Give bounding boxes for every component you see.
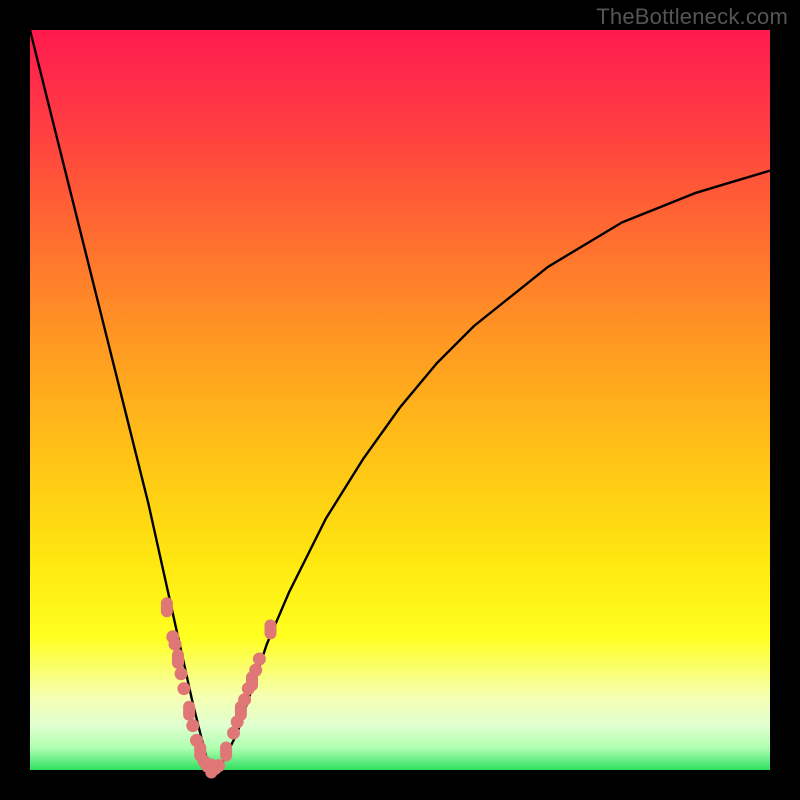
curve-marker bbox=[161, 597, 173, 617]
curve-marker bbox=[177, 682, 190, 695]
curve-marker bbox=[212, 759, 225, 772]
curve-layer bbox=[30, 30, 770, 770]
curve-marker bbox=[238, 693, 251, 706]
curve-marker bbox=[253, 653, 266, 666]
chart-frame: TheBottleneck.com bbox=[0, 0, 800, 800]
curve-marker bbox=[172, 649, 184, 669]
curve-marker bbox=[220, 742, 232, 762]
marker-group bbox=[161, 597, 277, 778]
curve-marker bbox=[186, 719, 199, 732]
watermark-text: TheBottleneck.com bbox=[596, 4, 788, 30]
curve-marker bbox=[265, 619, 277, 639]
curve-marker bbox=[175, 667, 188, 680]
curve-marker bbox=[169, 638, 182, 651]
bottleneck-curve bbox=[30, 30, 770, 770]
curve-marker bbox=[227, 727, 240, 740]
curve-marker bbox=[183, 701, 195, 721]
plot-area bbox=[30, 30, 770, 770]
curve-marker bbox=[249, 664, 262, 677]
